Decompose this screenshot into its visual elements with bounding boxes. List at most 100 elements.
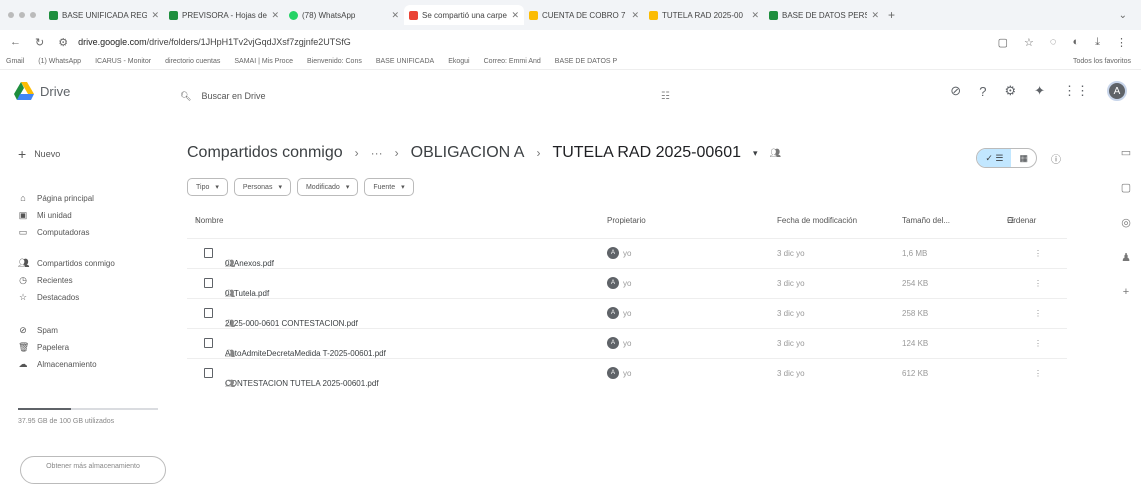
browser-tab[interactable]: CUENTA DE COBRO 7 ✕ — [524, 5, 644, 25]
sidebar-item-recent[interactable]: ◷ Recientes — [18, 275, 73, 286]
storage-usage-text: 37.95 GB de 100 GB utilizados — [18, 418, 115, 425]
table-row[interactable]: 2025-000-0601 CONTESTACION.pdf 👥︎ A yo 3… — [187, 298, 1067, 328]
site-info-icon[interactable]: ⚙ — [58, 36, 68, 49]
sidebar-item-trash[interactable]: 🗑︎ Papelera — [18, 342, 69, 353]
breadcrumb-obligacion[interactable]: OBLIGACION A — [411, 144, 525, 162]
bookmark[interactable]: Gmail — [6, 58, 24, 65]
column-size[interactable]: Tamaño del... — [902, 216, 950, 225]
chevron-down-icon[interactable]: ⌄ — [1119, 10, 1127, 21]
close-tab-icon[interactable]: ✕ — [631, 10, 639, 21]
close-tab-icon[interactable]: ✕ — [511, 10, 519, 21]
bookmark[interactable]: directorio cuentas — [165, 58, 220, 65]
filter-type[interactable]: Tipo ▾ — [187, 178, 228, 196]
browser-tab[interactable]: BASE UNIFICADA REGI ✕ — [44, 5, 164, 25]
sidebar-item-home[interactable]: ⌂ Página principal — [18, 193, 94, 203]
table-row[interactable]: AutoAdmiteDecretaMedida T-2025-00601.pdf… — [187, 328, 1067, 358]
get-more-storage-button[interactable]: Obtener más almacenamiento — [20, 456, 166, 484]
sort-up-icon: ↑ — [195, 216, 199, 225]
chevron-right-icon: › — [354, 146, 359, 160]
browser-tab-active[interactable]: Se compartió una carpe ✕ — [404, 5, 524, 25]
sidebar-item-storage[interactable]: ☁︎ Almacenamiento — [18, 359, 97, 370]
settings-icon[interactable]: ⚙ — [1004, 83, 1016, 99]
filter-source[interactable]: Fuente ▾ — [364, 178, 414, 196]
more-actions-icon[interactable]: ⋮ — [1034, 279, 1042, 288]
new-button[interactable]: + Nuevo — [18, 146, 60, 162]
list-view-icon[interactable]: ✓ ☰ — [977, 149, 1012, 167]
chevron-down-icon: ▾ — [278, 184, 282, 191]
breadcrumb-current[interactable]: TUTELA RAD 2025-00601 — [552, 144, 741, 162]
bookmark[interactable]: BASE UNIFICADA — [376, 58, 434, 65]
bookmark[interactable]: (1) WhatsApp — [38, 58, 81, 65]
close-tab-icon[interactable]: ✕ — [391, 10, 399, 21]
grid-view-icon[interactable]: ▦ — [1011, 153, 1036, 164]
gemini-icon[interactable]: ✦ — [1034, 83, 1045, 99]
bookmark[interactable]: SAMAI | Mis Proce — [234, 58, 293, 65]
filter-people[interactable]: Personas ▾ — [233, 178, 291, 196]
bookmark[interactable]: Ekogui — [448, 58, 469, 65]
offline-status-icon[interactable]: ⊘ — [950, 83, 961, 99]
back-icon[interactable]: ← — [10, 36, 21, 49]
bookmark[interactable]: Correo: Emmi And — [484, 58, 541, 65]
more-actions-icon[interactable]: ⋮ — [1034, 309, 1042, 318]
more-actions-icon[interactable]: ⋮ — [1034, 339, 1042, 348]
search-icon[interactable]: 🔍︎ — [180, 91, 191, 102]
drive-logo[interactable]: Drive — [14, 82, 70, 100]
calendar-icon[interactable]: ▭ — [1121, 146, 1131, 159]
bookmark[interactable]: BASE DE DATOS P — [555, 58, 617, 65]
breadcrumb-ellipsis[interactable]: ··· — [371, 146, 383, 160]
download-icon[interactable]: ⤓ — [1095, 36, 1100, 49]
apps-grid-icon[interactable]: ⋮⋮ — [1063, 83, 1089, 99]
all-bookmarks[interactable]: Todos los favoritos — [1073, 58, 1131, 65]
filter-modified[interactable]: Modificado ▾ — [296, 178, 359, 196]
breadcrumb-shared[interactable]: Compartidos conmigo — [187, 144, 343, 162]
table-row[interactable]: CONTESTACION TUTELA 2025-00601.pdf 👥︎ A … — [187, 358, 1067, 388]
search-options-icon[interactable]: ☷ — [661, 91, 670, 102]
more-actions-icon[interactable]: ⋮ — [1034, 249, 1042, 258]
close-tab-icon[interactable]: ✕ — [751, 10, 759, 21]
owner-text: yo — [623, 279, 632, 288]
pdf-file-icon — [204, 368, 213, 378]
search-bar[interactable]: 🔍︎ Buscar en Drive ☷ — [180, 85, 670, 107]
column-owner[interactable]: Propietario — [607, 216, 646, 225]
profile-icon[interactable]: ◐ — [1072, 36, 1079, 49]
account-avatar[interactable]: A — [1107, 81, 1127, 101]
sidebar-item-my-drive[interactable]: ▣ Mi unidad — [18, 210, 72, 221]
table-row[interactable]: 02Anexos.pdf 👥︎ A yo 3 dic yo 1,6 MB ⋮ — [187, 238, 1067, 268]
star-bookmark-icon[interactable]: ☆ — [1024, 36, 1034, 49]
reload-icon[interactable]: ↻ — [35, 36, 44, 49]
info-icon[interactable]: ⓘ — [1051, 151, 1061, 166]
window-controls[interactable] — [8, 12, 36, 18]
bookmark[interactable]: Bienvenido: Cons — [307, 58, 362, 65]
close-tab-icon[interactable]: ✕ — [871, 10, 879, 21]
search-input[interactable]: Buscar en Drive — [201, 91, 265, 101]
cast-icon[interactable]: ▢ — [998, 36, 1008, 49]
browser-tab[interactable]: BASE DE DATOS PERS ✕ — [764, 5, 884, 25]
more-actions-icon[interactable]: ⋮ — [1034, 369, 1042, 378]
table-header: Nombre ↑ Propietario Fecha de modificaci… — [195, 216, 1037, 225]
browser-tab[interactable]: PREVISORA - Hojas de ✕ — [164, 5, 284, 25]
help-icon[interactable]: ? — [979, 84, 986, 99]
close-tab-icon[interactable]: ✕ — [151, 10, 159, 21]
folder-menu-icon[interactable]: ▾ — [753, 148, 758, 159]
sidebar-item-spam[interactable]: ⊘ Spam — [18, 325, 58, 336]
new-tab-icon[interactable]: + — [888, 8, 895, 22]
browser-menu-icon[interactable]: ⋮ — [1116, 36, 1127, 49]
close-tab-icon[interactable]: ✕ — [271, 10, 279, 21]
keep-icon[interactable]: ▢ — [1121, 181, 1131, 194]
column-modified[interactable]: Fecha de modificación — [777, 216, 857, 225]
table-row[interactable]: 03Tutela.pdf 👥︎ A yo 3 dic yo 254 KB ⋮ — [187, 268, 1067, 298]
contacts-icon[interactable]: ♟ — [1121, 251, 1131, 264]
owner-avatar: A — [607, 367, 619, 379]
add-addon-icon[interactable]: + — [1123, 286, 1129, 298]
sidebar-item-starred[interactable]: ☆ Destacados — [18, 292, 79, 303]
url-field[interactable]: drive.google.com/drive/folders/1JHpH1Tv2… — [78, 37, 998, 47]
browser-tab[interactable]: TUTELA RAD 2025-00 ✕ — [644, 5, 764, 25]
whatsapp-icon — [289, 10, 298, 20]
extension-icon[interactable]: ◌ — [1050, 36, 1057, 49]
sidebar-item-shared[interactable]: 👥︎ Compartidos conmigo — [18, 258, 115, 269]
file-size: 124 KB — [902, 339, 929, 348]
sidebar-item-computers[interactable]: ▭ Computadoras — [18, 227, 90, 238]
bookmark[interactable]: ICARUS - Monitor — [95, 58, 151, 65]
tasks-icon[interactable]: ◎ — [1121, 216, 1131, 229]
browser-tab[interactable]: (78) WhatsApp ✕ — [284, 5, 404, 25]
